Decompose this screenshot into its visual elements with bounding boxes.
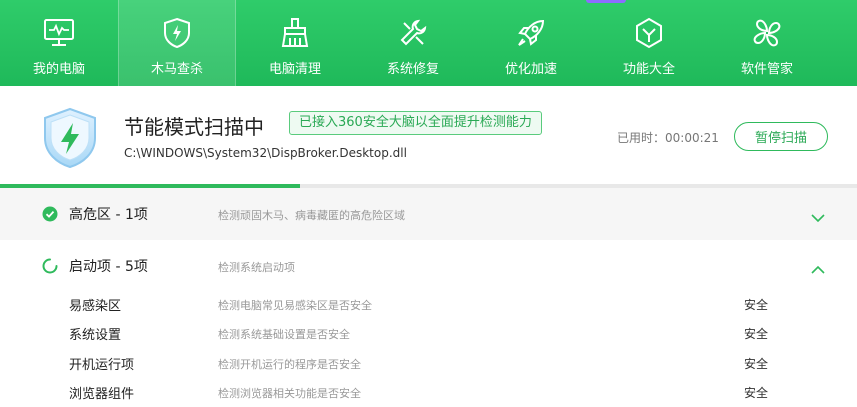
item-description: 检测浏览器相关功能是否安全 bbox=[218, 387, 361, 400]
chevron-down-icon[interactable] bbox=[811, 208, 825, 223]
shield-scan-icon bbox=[40, 106, 100, 170]
pause-scan-button[interactable]: 暂停扫描 bbox=[734, 122, 828, 151]
list-item: 开机运行项 检测开机运行的程序是否安全 安全 bbox=[0, 348, 857, 378]
list-item: 系统设置 检测系统基础设置是否安全 安全 bbox=[0, 318, 857, 348]
chevron-up-icon[interactable] bbox=[811, 260, 825, 274]
loading-spinner-icon bbox=[42, 258, 58, 274]
item-status: 安全 bbox=[744, 386, 769, 400]
section-description: 检测顽固木马、病毒藏匿的高危险区域 bbox=[218, 209, 405, 222]
nav-item-cleanup[interactable]: 电脑清理 bbox=[236, 0, 354, 86]
monitor-icon bbox=[42, 16, 76, 50]
broom-icon bbox=[278, 16, 312, 50]
nav-item-system-repair[interactable]: 系统修复 bbox=[354, 0, 472, 86]
item-status: 安全 bbox=[744, 357, 769, 371]
top-nav: 我的电脑 木马查杀 电脑清理 系统修复 优化加速 功能大全 软件管家 bbox=[0, 0, 857, 86]
nav-item-feature-hub[interactable]: 功能大全 bbox=[590, 0, 708, 86]
item-status: 安全 bbox=[744, 327, 769, 341]
shield-bolt-icon bbox=[160, 16, 194, 50]
current-scan-path: C:\WINDOWS\System32\DispBroker.Desktop.d… bbox=[124, 146, 407, 160]
item-description: 检测开机运行的程序是否安全 bbox=[218, 358, 361, 371]
item-name: 浏览器组件 bbox=[69, 387, 135, 402]
item-name: 系统设置 bbox=[69, 328, 122, 343]
clover-grid-icon bbox=[750, 16, 784, 50]
nav-label: 我的电脑 bbox=[32, 62, 85, 77]
nav-label: 软件管家 bbox=[740, 62, 793, 77]
nav-label: 电脑清理 bbox=[268, 62, 321, 77]
item-name: 易感染区 bbox=[69, 299, 122, 314]
hexagon-check-icon bbox=[632, 16, 666, 50]
item-status: 安全 bbox=[744, 298, 769, 312]
nav-label: 系统修复 bbox=[386, 62, 439, 77]
section-high-risk[interactable]: 高危区 - 1项 检测顽固木马、病毒藏匿的高危险区域 bbox=[0, 188, 857, 241]
wrench-icon bbox=[396, 16, 430, 50]
nav-item-optimize[interactable]: 优化加速 bbox=[472, 0, 590, 86]
section-startup[interactable]: 启动项 - 5项 检测系统启动项 bbox=[0, 240, 857, 292]
nav-label: 优化加速 bbox=[504, 62, 557, 77]
section-title: 高危区 - 1项 bbox=[69, 207, 148, 223]
section-title: 启动项 - 5项 bbox=[69, 259, 148, 275]
item-description: 检测电脑常见易感染区是否安全 bbox=[218, 299, 372, 312]
item-description: 检测系统基础设置是否安全 bbox=[218, 328, 350, 341]
nav-item-trojan-scan[interactable]: 木马查杀 bbox=[118, 0, 236, 86]
item-name: 开机运行项 bbox=[69, 358, 135, 373]
list-item: 浏览器组件 检测浏览器相关功能是否安全 安全 bbox=[0, 377, 857, 407]
rocket-icon bbox=[514, 16, 548, 50]
scan-title: 节能模式扫描中 bbox=[124, 115, 264, 139]
nav-label: 功能大全 bbox=[622, 62, 675, 77]
nav-item-my-computer[interactable]: 我的电脑 bbox=[0, 0, 118, 86]
top-accent-strip bbox=[586, 0, 626, 3]
security-brain-badge: 已接入360安全大脑以全面提升检测能力 bbox=[289, 111, 542, 135]
section-description: 检测系统启动项 bbox=[218, 261, 295, 274]
nav-label: 木马查杀 bbox=[150, 62, 203, 77]
elapsed-time: 已用时：00:00:21 bbox=[617, 131, 719, 145]
check-circle-icon bbox=[42, 206, 58, 222]
list-item: 易感染区 检测电脑常见易感染区是否安全 安全 bbox=[0, 289, 857, 319]
nav-item-software-manager[interactable]: 软件管家 bbox=[708, 0, 826, 86]
